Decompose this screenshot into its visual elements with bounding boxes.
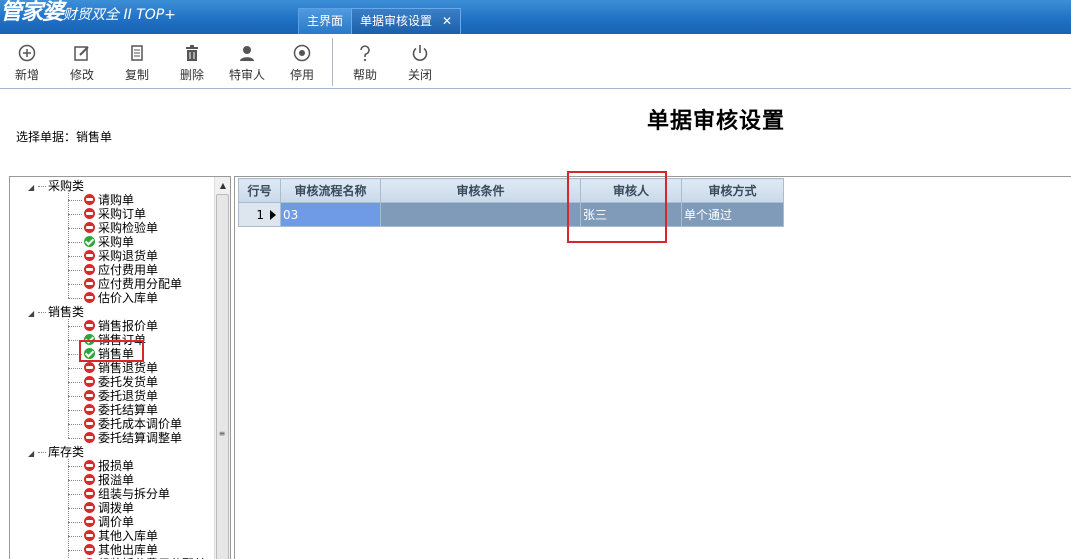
- tree-item[interactable]: 报损单: [68, 459, 134, 473]
- tree-item[interactable]: 采购单: [68, 235, 134, 249]
- tree-item[interactable]: 组装与拆分单: [68, 487, 170, 501]
- disabled-stop-icon: [84, 390, 95, 401]
- col-header-rownum[interactable]: 行号: [238, 178, 281, 203]
- expand-toggle-icon[interactable]: ◢: [28, 447, 38, 461]
- row-pointer-icon: [270, 209, 276, 220]
- copy-icon: [131, 45, 143, 61]
- tree-connector-line: [68, 193, 69, 298]
- disabled-stop-icon: [84, 278, 95, 289]
- scroll-up-arrow-icon[interactable]: ▲: [215, 177, 230, 194]
- selected-document-label: 选择单据：销售单: [16, 130, 113, 144]
- disabled-stop-icon: [84, 320, 95, 331]
- disabled-stop-icon: [84, 222, 95, 233]
- edit-button[interactable]: 修改: [62, 42, 102, 83]
- help-button[interactable]: 帮助: [345, 42, 385, 83]
- tree-item[interactable]: 委托发货单: [68, 375, 158, 389]
- tree-item[interactable]: 采购退货单: [68, 249, 158, 263]
- mode-cell[interactable]: 单个通过: [681, 202, 784, 227]
- disabled-stop-icon: [84, 264, 95, 275]
- tree-item[interactable]: 请购单: [68, 193, 134, 207]
- close-icon[interactable]: ✕: [442, 14, 452, 28]
- disabled-stop-icon: [84, 530, 95, 541]
- col-header-flow[interactable]: 审核流程名称: [280, 178, 381, 203]
- tree-item[interactable]: 销售退货单: [68, 361, 158, 375]
- title-bar: 管家婆财贸双全 II TOP+ 主界面 单据审核设置 ✕: [0, 0, 1071, 34]
- col-header-mode[interactable]: 审核方式: [681, 178, 784, 203]
- disabled-stop-icon: [84, 474, 95, 485]
- tree-category[interactable]: ◢ 销售类: [28, 305, 84, 319]
- tree-item[interactable]: 应付费用分配单: [68, 277, 182, 291]
- highlight-box-reviewer: [567, 171, 667, 243]
- tree-item[interactable]: 报溢单: [68, 473, 134, 487]
- tree-item[interactable]: 委托退货单: [68, 389, 158, 403]
- tree-scrollbar[interactable]: ▲ ≡: [214, 177, 230, 559]
- enabled-check-icon: [84, 236, 95, 247]
- close-button[interactable]: 关闭: [400, 42, 440, 83]
- tree-item[interactable]: 销售报价单: [68, 319, 158, 333]
- expand-toggle-icon[interactable]: ◢: [28, 307, 38, 321]
- special-reviewer-button[interactable]: 特审人: [227, 42, 267, 83]
- toolbar-separator: [332, 38, 333, 86]
- disable-circle-icon: [293, 44, 311, 62]
- tree-item[interactable]: 委托结算单: [68, 403, 158, 417]
- tree-item[interactable]: 委托成本调价单: [68, 417, 182, 431]
- user-icon: [240, 46, 254, 61]
- tree-item[interactable]: 其他入库单: [68, 529, 158, 543]
- toolbar: 新增 修改 复制 删除 特审人 停用 帮助 关闭: [0, 34, 1071, 89]
- tree-category[interactable]: ◢ 库存类: [28, 445, 84, 459]
- tree-item[interactable]: 估价入库单: [68, 291, 158, 305]
- table-row[interactable]: 1 03 张三 单个通过: [238, 202, 784, 227]
- disabled-stop-icon: [84, 250, 95, 261]
- disable-button[interactable]: 停用: [282, 42, 322, 83]
- table-header-row: 行号 审核流程名称 审核条件 审核人 审核方式: [238, 178, 784, 203]
- tree-item[interactable]: 其他出库单: [68, 543, 158, 557]
- scroll-thumb[interactable]: [216, 194, 229, 559]
- disabled-stop-icon: [84, 292, 95, 303]
- edit-icon: [74, 46, 89, 61]
- disabled-stop-icon: [84, 194, 95, 205]
- highlight-box-tree: [79, 340, 144, 362]
- flow-name-cell[interactable]: 03: [280, 202, 381, 227]
- tree-item[interactable]: 采购订单: [68, 207, 146, 221]
- tree-category[interactable]: ◢ 采购类: [28, 179, 84, 193]
- disabled-stop-icon: [84, 404, 95, 415]
- disabled-stop-icon: [84, 362, 95, 373]
- tree-content: ◢ 采购类 请购单 采购订单 采购检验单 采购单 采购退货单 应付费用单 应付费用分配单 估价入库…: [10, 177, 215, 559]
- add-button[interactable]: 新增: [7, 42, 47, 83]
- disabled-stop-icon: [84, 516, 95, 527]
- tab-main[interactable]: 主界面: [298, 8, 353, 34]
- power-icon: [412, 45, 428, 61]
- disabled-stop-icon: [84, 208, 95, 219]
- copy-button[interactable]: 复制: [117, 42, 157, 83]
- tree-item[interactable]: 调价单: [68, 515, 134, 529]
- question-icon: [360, 45, 370, 62]
- disabled-stop-icon: [84, 418, 95, 429]
- review-table: 行号 审核流程名称 审核条件 审核人 审核方式 1 03 张三 单个通过: [238, 178, 784, 227]
- trash-icon: [186, 45, 198, 61]
- row-number-cell[interactable]: 1: [238, 202, 281, 227]
- tree-item[interactable]: 调拨单: [68, 501, 134, 515]
- delete-button[interactable]: 删除: [172, 42, 212, 83]
- tree-connector-line: [68, 319, 69, 438]
- brand-logo: 管家婆财贸双全 II TOP+: [0, 0, 176, 25]
- add-circle-icon: [18, 44, 36, 62]
- tree-connector-line: [68, 459, 69, 559]
- disabled-stop-icon: [84, 460, 95, 471]
- disabled-stop-icon: [84, 544, 95, 555]
- col-header-condition[interactable]: 审核条件: [380, 178, 581, 203]
- page-title: 单据审核设置: [647, 108, 786, 134]
- tree-item[interactable]: 应付费用单: [68, 263, 158, 277]
- document-tree: ◢ 采购类 请购单 采购订单 采购检验单 采购单 采购退货单 应付费用单 应付费用分配单 估价入库…: [9, 176, 231, 559]
- tab-document-review[interactable]: 单据审核设置 ✕: [351, 8, 462, 34]
- expand-toggle-icon[interactable]: ◢: [28, 181, 38, 195]
- disabled-stop-icon: [84, 432, 95, 443]
- condition-cell[interactable]: [380, 202, 581, 227]
- tree-item[interactable]: 采购检验单: [68, 221, 158, 235]
- disabled-stop-icon: [84, 488, 95, 499]
- disabled-stop-icon: [84, 502, 95, 513]
- app-window: 管家婆财贸双全 II TOP+ 主界面 单据审核设置 ✕ 新增 修改 复制 删除 …: [0, 0, 1071, 559]
- tree-item[interactable]: 委托结算调整单: [68, 431, 182, 445]
- scroll-grip-icon: ≡: [218, 429, 226, 438]
- disabled-stop-icon: [84, 376, 95, 387]
